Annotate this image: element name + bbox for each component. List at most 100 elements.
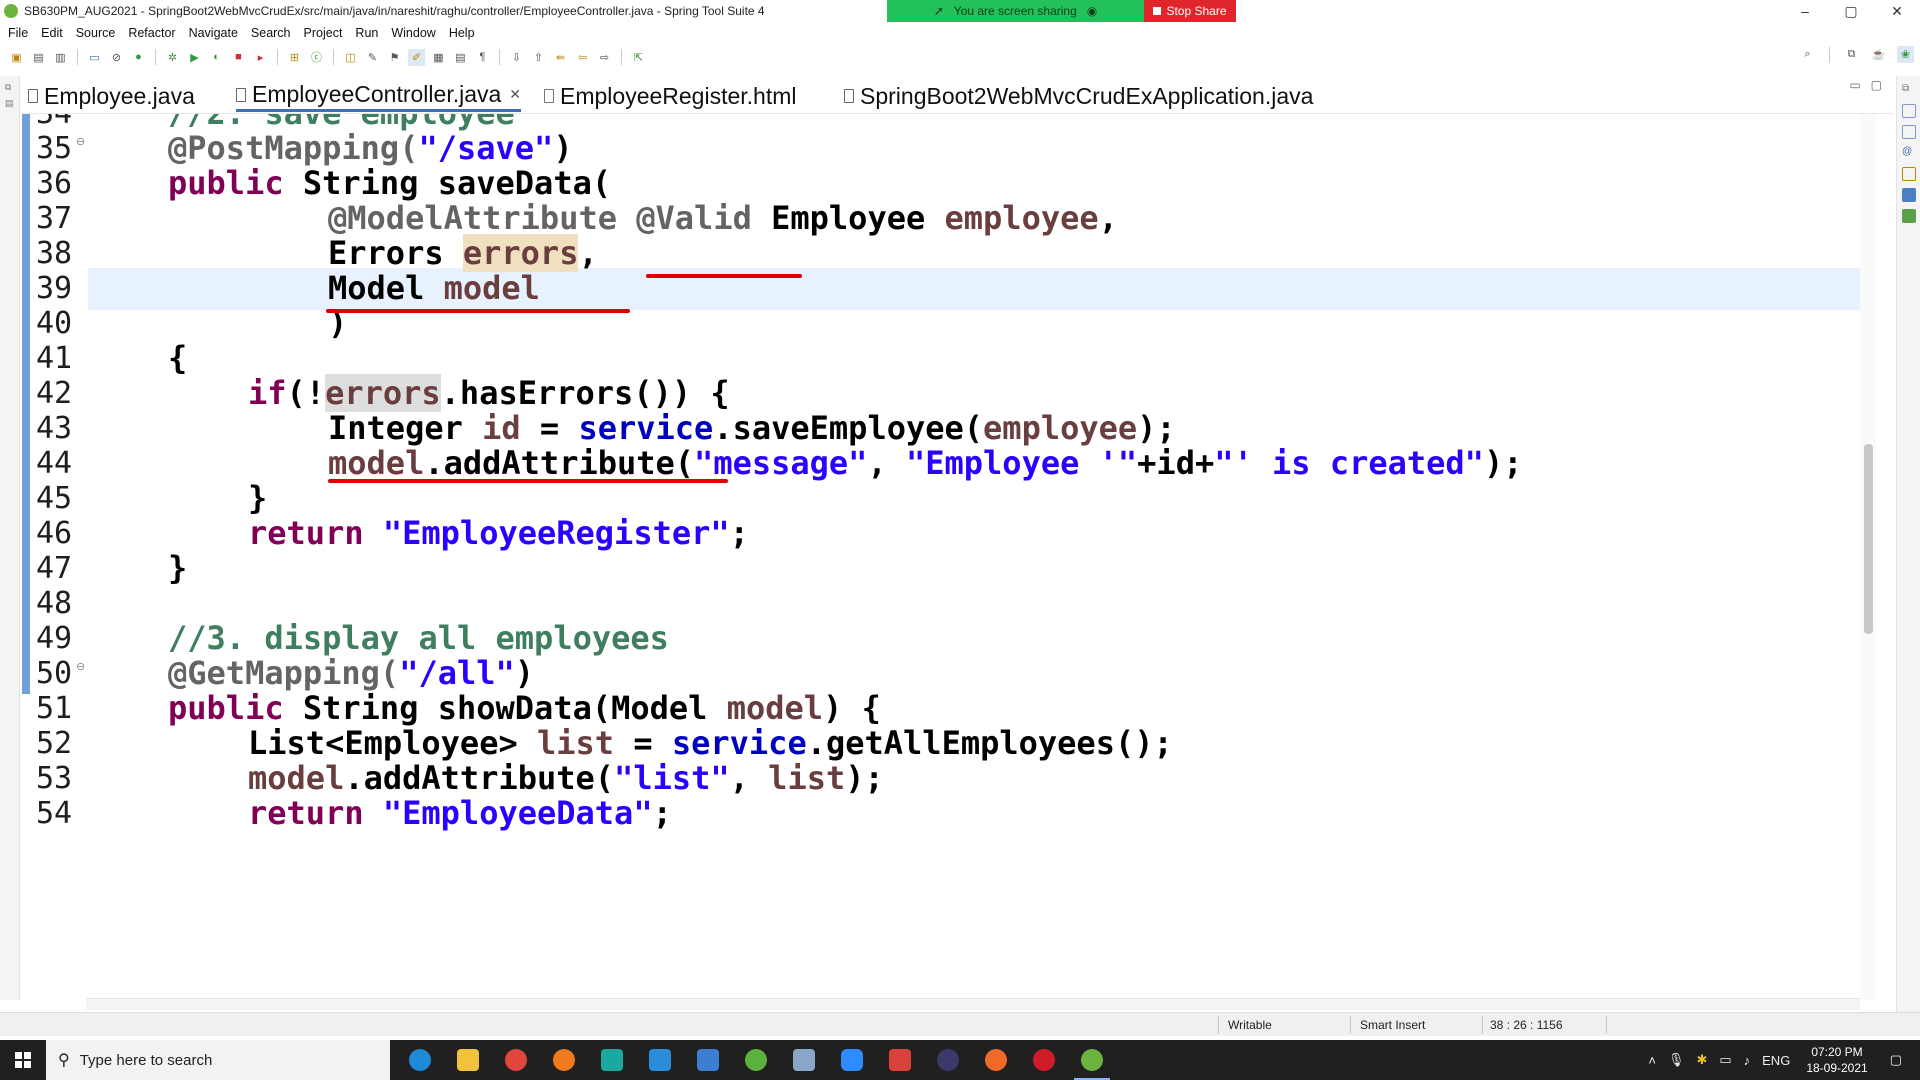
skip-breakpoints-icon[interactable]: ⊘ <box>108 49 125 66</box>
paint-icon[interactable] <box>876 1040 924 1080</box>
horizontal-scrollbar[interactable] <box>86 998 1860 1010</box>
package-explorer-icon[interactable]: ▤ <box>5 98 15 108</box>
code-editor[interactable]: 34 //2. save employee 35 ⊖ @PostMapping(… <box>22 114 1876 1000</box>
tab-label: EmployeeRegister.html <box>560 82 797 109</box>
vscode-icon[interactable] <box>636 1040 684 1080</box>
editor-tab-controls: ▭ ▢ <box>1849 78 1882 92</box>
microphone-icon[interactable]: 🎙 <box>1668 1052 1685 1068</box>
minimize-button[interactable]: – <box>1782 0 1828 22</box>
taskbar-search[interactable]: ⚲ Type here to search <box>46 1040 390 1080</box>
maximize-editor-icon[interactable]: ▢ <box>1871 78 1882 92</box>
close-tab-icon[interactable]: ✕ <box>509 86 521 103</box>
console-icon[interactable] <box>1902 188 1916 202</box>
clock[interactable]: 07:20 PM 18-09-2021 <box>1806 1044 1867 1076</box>
forward-icon[interactable]: ⇨ <box>596 49 613 66</box>
menu-refactor[interactable]: Refactor <box>128 26 175 40</box>
java-file-icon <box>28 89 38 103</box>
coverage-icon[interactable]: ◐ <box>208 49 225 66</box>
language-indicator[interactable]: ENG <box>1762 1053 1790 1068</box>
vertical-scrollbar[interactable] <box>1860 114 1876 1000</box>
run-icon[interactable]: ▶ <box>186 49 203 66</box>
tab-employee-java[interactable]: Employee.java <box>28 80 195 112</box>
outline-icon[interactable] <box>1902 104 1916 118</box>
firefox-icon[interactable] <box>540 1040 588 1080</box>
external-tools-icon[interactable]: ▸ <box>252 49 269 66</box>
progress-icon[interactable] <box>1902 209 1916 223</box>
close-window-button[interactable]: ✕ <box>1874 0 1920 22</box>
clock-date: 18-09-2021 <box>1806 1061 1868 1075</box>
java-perspective-icon[interactable]: ☕ <box>1870 46 1887 63</box>
annotation-icon[interactable]: ⚑ <box>386 49 403 66</box>
menu-search[interactable]: Search <box>251 26 291 40</box>
open-perspective-icon[interactable]: ⧉ <box>1843 46 1860 63</box>
block-selection-icon[interactable]: ▦ <box>430 49 447 66</box>
spring-tool-suite-active-icon[interactable] <box>1068 1040 1116 1080</box>
terminal-icon[interactable]: ▭ <box>86 49 103 66</box>
minimize-editor-icon[interactable]: ▭ <box>1849 78 1860 92</box>
opera-icon[interactable] <box>1020 1040 1068 1080</box>
code-line: 54 return "EmployeeData"; <box>22 792 1876 835</box>
maximize-button[interactable]: ▢ <box>1828 0 1874 22</box>
menu-navigate[interactable]: Navigate <box>189 26 238 40</box>
volume-icon[interactable]: ♪ <box>1744 1053 1751 1068</box>
edge-icon[interactable] <box>396 1040 444 1080</box>
last-edit-icon[interactable]: ⇚ <box>552 49 569 66</box>
arrow-app-icon[interactable] <box>684 1040 732 1080</box>
postman-icon[interactable] <box>972 1040 1020 1080</box>
show-whitespace-icon[interactable]: ¶ <box>474 49 491 66</box>
menu-help[interactable]: Help <box>449 26 475 40</box>
spring-tools-icon[interactable] <box>732 1040 780 1080</box>
debug-icon[interactable]: ✲ <box>164 49 181 66</box>
network-icon[interactable]: ▭ <box>1719 1052 1731 1068</box>
previous-annotation-icon[interactable]: ⇧ <box>530 49 547 66</box>
spring-perspective-icon[interactable]: ❀ <box>1897 46 1914 63</box>
presentation-icon[interactable] <box>780 1040 828 1080</box>
menu-edit[interactable]: Edit <box>41 26 63 40</box>
tab-label: EmployeeController.java <box>252 81 502 107</box>
menu-source[interactable]: Source <box>76 26 116 40</box>
notification-icon[interactable]: ▢ <box>1890 1052 1902 1068</box>
menu-run[interactable]: Run <box>355 26 378 40</box>
camera-icon[interactable] <box>588 1040 636 1080</box>
word-wrap-icon[interactable]: ▤ <box>452 49 469 66</box>
boot-dashboard-icon[interactable]: ● <box>130 49 147 66</box>
chrome-icon[interactable] <box>492 1040 540 1080</box>
save-all-icon[interactable]: ▥ <box>52 49 69 66</box>
menu-window[interactable]: Window <box>391 26 435 40</box>
task-list-icon[interactable] <box>1902 125 1916 139</box>
back-icon[interactable]: ⇦ <box>574 49 591 66</box>
open-type-icon[interactable]: ◫ <box>342 49 359 66</box>
app-tray-icon[interactable]: ✱ <box>1696 1052 1707 1068</box>
restore-icon[interactable]: ⧉ <box>1902 83 1916 97</box>
stop-share-button[interactable]: Stop Share <box>1144 0 1236 22</box>
search-icon: ⚲ <box>58 1052 70 1069</box>
new-package-icon[interactable]: ⊞ <box>286 49 303 66</box>
main-toolbar: ▣ ▤ ▥ ▭ ⊘ ● ✲ ▶ ◐ ■ ▸ ⊞ ⓒ ◫ ✎ ⚑ ✐ ▦ ▤ ¶ … <box>0 44 1920 70</box>
tab-application-java[interactable]: SpringBoot2WebMvcCrudExApplication.java <box>844 80 1313 112</box>
stop-icon[interactable]: ■ <box>230 49 247 66</box>
file-explorer-icon[interactable] <box>444 1040 492 1080</box>
new-class-icon[interactable]: ⓒ <box>308 49 325 66</box>
mark-occurrences-icon[interactable]: ✐ <box>408 48 425 66</box>
declaration-icon[interactable] <box>1902 167 1916 181</box>
menu-file[interactable]: File <box>8 26 28 40</box>
pin-editor-icon[interactable]: ⇱ <box>630 49 647 66</box>
zoom-icon[interactable] <box>828 1040 876 1080</box>
new-icon[interactable]: ▣ <box>8 49 25 66</box>
scrollbar-thumb[interactable] <box>1864 444 1873 634</box>
search-icon[interactable]: ⌕ <box>1799 46 1816 63</box>
javadoc-icon[interactable]: @ <box>1902 146 1916 160</box>
fold-icon[interactable]: ⊖ <box>76 660 85 673</box>
eclipse-icon[interactable] <box>924 1040 972 1080</box>
windows-logo-icon <box>15 1052 31 1068</box>
restore-icon[interactable]: ⧉ <box>5 82 15 92</box>
tab-employee-register-html[interactable]: EmployeeRegister.html <box>544 80 797 112</box>
search-tool-icon[interactable]: ✎ <box>364 49 381 66</box>
save-icon[interactable]: ▤ <box>30 49 47 66</box>
chevron-up-icon[interactable]: ˄ <box>1648 1053 1656 1068</box>
menu-project[interactable]: Project <box>304 26 343 40</box>
next-annotation-icon[interactable]: ⇩ <box>508 49 525 66</box>
tab-employee-controller-java[interactable]: EmployeeController.java ✕ <box>236 80 522 112</box>
fold-icon[interactable]: ⊖ <box>76 135 85 148</box>
start-button[interactable] <box>0 1040 46 1080</box>
